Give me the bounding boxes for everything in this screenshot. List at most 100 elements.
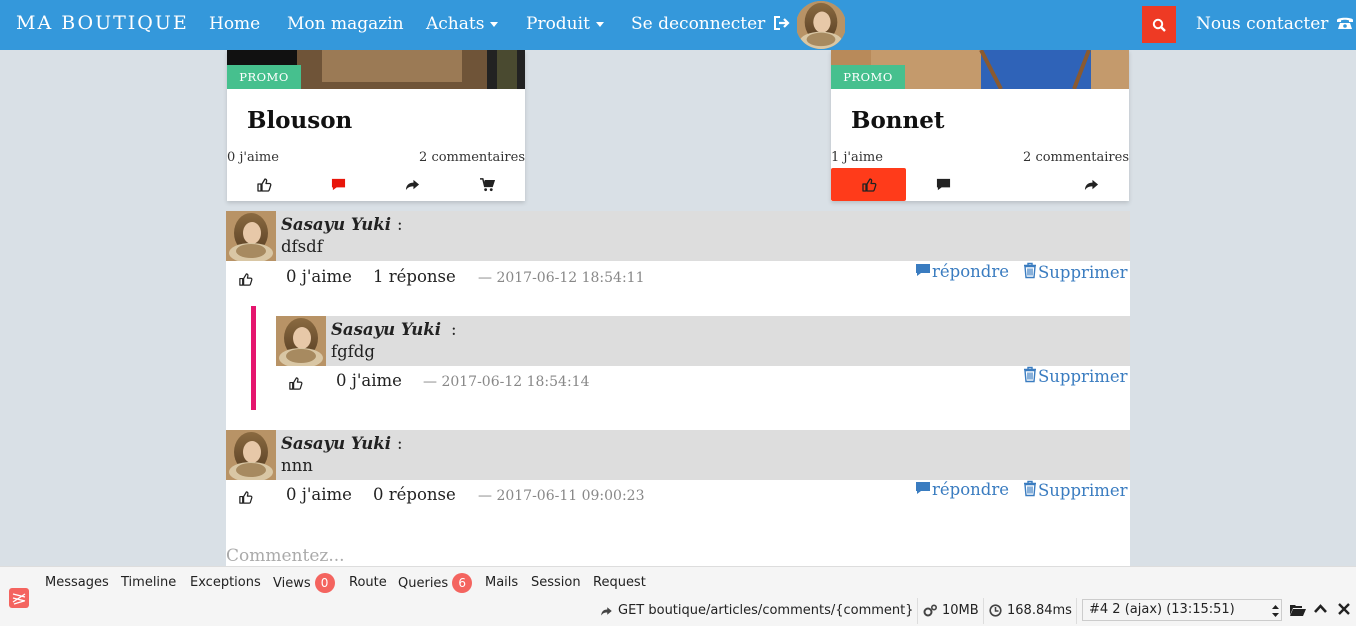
- comment-button[interactable]: [906, 168, 981, 201]
- debug-bar: Messages Timeline Exceptions Views 0 Rout…: [0, 566, 1356, 626]
- phone-icon: [1336, 17, 1353, 29]
- comment-icon: [914, 262, 932, 278]
- debug-tab-exceptions[interactable]: Exceptions: [190, 575, 261, 590]
- comment-button[interactable]: [301, 168, 375, 201]
- time-info: 168.84ms: [989, 603, 1072, 618]
- delete-link[interactable]: Supprimer: [1022, 262, 1128, 282]
- nav-achats-dropdown[interactable]: Achats: [426, 14, 499, 34]
- close-icon[interactable]: [1338, 603, 1350, 615]
- folder-open-icon[interactable]: [1290, 603, 1306, 616]
- nav-logout-label: Se deconnecter: [631, 14, 766, 34]
- debug-tab-queries[interactable]: Queries 6: [398, 573, 473, 593]
- share-button[interactable]: [375, 168, 449, 201]
- search-icon: [1152, 18, 1166, 32]
- promo-badge: PROMO: [227, 65, 301, 89]
- nav-produit-label: Produit: [526, 14, 590, 34]
- trash-icon: [1022, 262, 1038, 279]
- likes-count: 1 j'aime: [831, 150, 883, 165]
- comment-text: nnn: [281, 456, 313, 475]
- brand-logo[interactable]: MA BOUTIQUE: [16, 12, 189, 34]
- reply-link[interactable]: répondre: [914, 262, 1009, 281]
- debug-tab-mails[interactable]: Mails: [485, 575, 518, 590]
- thumbs-up-icon[interactable]: [288, 376, 303, 391]
- like-button[interactable]: [227, 168, 301, 201]
- comment-date: — 2017-06-12 18:54:14: [423, 374, 590, 390]
- debug-tab-request[interactable]: Request: [593, 575, 646, 590]
- route-info: GET boutique/articles/comments/{comment}: [600, 603, 914, 618]
- comment-author: Sasayu Yuki:: [281, 215, 403, 234]
- reply-item: Sasayu Yuki: fgfdg: [276, 316, 1130, 366]
- thumbs-up-icon: [861, 177, 877, 193]
- comment-likes: 0 j'aime: [286, 485, 352, 504]
- share-button[interactable]: [1054, 168, 1129, 201]
- promo-badge: PROMO: [831, 65, 905, 89]
- product-card-blouson: PROMO Blouson 0 j'aime 2 commentaires: [227, 50, 525, 201]
- select-arrows-icon: [1272, 605, 1279, 617]
- comment-input[interactable]: Commentez...: [226, 546, 345, 566]
- debug-tab-route[interactable]: Route: [349, 575, 387, 590]
- laravel-debugbar-logo-icon[interactable]: [8, 587, 30, 609]
- comment-icon: [331, 177, 346, 192]
- user-avatar[interactable]: [796, 1, 846, 49]
- thumbs-up-icon[interactable]: [238, 272, 253, 287]
- card-actions: [831, 168, 1129, 201]
- comment-text: fgfdg: [331, 342, 375, 361]
- product-title[interactable]: Bonnet: [851, 107, 944, 134]
- avatar[interactable]: [276, 316, 326, 366]
- like-button-active[interactable]: [831, 168, 906, 201]
- comment-icon: [914, 480, 932, 496]
- debug-tab-timeline[interactable]: Timeline: [121, 575, 176, 590]
- comment-replies-count[interactable]: 0 réponse: [373, 485, 456, 504]
- reply-link[interactable]: répondre: [914, 480, 1009, 499]
- likes-count: 0 j'aime: [227, 150, 279, 165]
- navbar: MA BOUTIQUE Home Mon magazin Achats Prod…: [0, 0, 1356, 50]
- chevron-up-icon[interactable]: [1314, 604, 1327, 614]
- share-icon: [1084, 177, 1099, 192]
- thumbs-up-icon[interactable]: [238, 490, 253, 505]
- nav-home[interactable]: Home: [209, 14, 260, 34]
- debug-tab-session[interactable]: Session: [531, 575, 581, 590]
- memory-info: 10MB: [923, 603, 979, 618]
- debug-tab-views[interactable]: Views 0: [273, 573, 335, 593]
- comment-icon: [936, 177, 951, 192]
- comments-count[interactable]: 2 commentaires: [419, 150, 525, 165]
- comments-count[interactable]: 2 commentaires: [1023, 150, 1129, 165]
- nav-produit-dropdown[interactable]: Produit: [526, 14, 604, 34]
- comment-likes: 0 j'aime: [336, 371, 402, 390]
- debug-tab-messages[interactable]: Messages: [45, 575, 109, 590]
- clock-icon: [989, 604, 1002, 617]
- search-button[interactable]: [1142, 6, 1176, 43]
- comment-text: dfsdf: [281, 237, 323, 256]
- share-icon: [600, 605, 613, 617]
- views-badge: 0: [314, 573, 335, 593]
- comments-section: Sasayu Yuki: dfsdf 0 j'aime 1 réponse — …: [226, 211, 1130, 571]
- product-card-bonnet: PROMO Bonnet 1 j'aime 2 commentaires: [831, 50, 1129, 201]
- request-select[interactable]: #4 2 (ajax) (13:15:51): [1082, 599, 1282, 621]
- nav-achats-label: Achats: [426, 14, 485, 34]
- nav-logout[interactable]: Se deconnecter: [631, 14, 791, 34]
- cart-icon: [480, 177, 495, 192]
- delete-link[interactable]: Supprimer: [1022, 480, 1128, 500]
- share-icon: [405, 177, 420, 192]
- comment-author: Sasayu Yuki:: [281, 434, 403, 453]
- trash-icon: [1022, 366, 1038, 383]
- reply-indicator: [251, 306, 256, 410]
- delete-link[interactable]: Supprimer: [1022, 366, 1128, 386]
- logout-icon: [773, 16, 790, 30]
- trash-icon: [1022, 480, 1038, 497]
- caret-down-icon: [595, 22, 604, 27]
- comment-date: — 2017-06-12 18:54:11: [478, 270, 645, 286]
- product-title[interactable]: Blouson: [247, 107, 352, 134]
- cart-button[interactable]: [449, 168, 525, 201]
- cogs-icon: [923, 604, 937, 617]
- comment-date: — 2017-06-11 09:00:23: [478, 488, 645, 504]
- comment-item: Sasayu Yuki: dfsdf: [226, 211, 1130, 261]
- comment-item: Sasayu Yuki: nnn: [226, 430, 1130, 480]
- nav-contact[interactable]: Nous contacter: [1196, 14, 1354, 34]
- comment-replies-count[interactable]: 1 réponse: [373, 267, 456, 286]
- avatar[interactable]: [226, 211, 276, 261]
- caret-down-icon: [490, 22, 499, 27]
- comment-author: Sasayu Yuki:: [331, 320, 457, 339]
- avatar[interactable]: [226, 430, 276, 480]
- nav-mon-magazin[interactable]: Mon magazin: [287, 14, 404, 34]
